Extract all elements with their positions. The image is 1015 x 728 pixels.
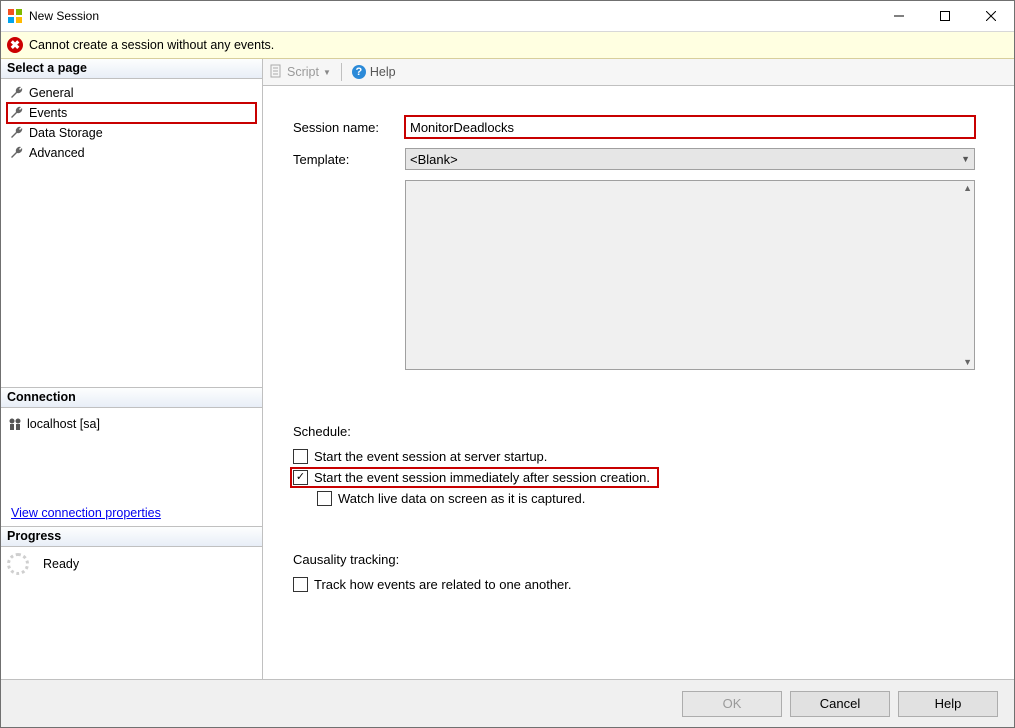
minimize-button[interactable] [876,1,922,31]
view-connection-properties-link[interactable]: View connection properties [11,506,161,520]
checkbox-start-at-startup[interactable]: Start the event session at server startu… [293,449,990,464]
sidebar-item-label: Events [29,106,67,120]
wrench-icon [9,125,25,141]
checkbox-icon [317,491,332,506]
template-description-box: ▲ ▼ [405,180,975,370]
session-name-input[interactable] [405,116,975,138]
template-value: <Blank> [410,152,458,167]
script-label: Script [287,65,319,79]
sidebar-item-label: Data Storage [29,126,103,140]
scroll-up-icon[interactable]: ▲ [963,183,972,193]
app-icon [7,8,23,24]
sidebar-item-general[interactable]: General [7,83,256,103]
checkbox-label: Start the event session immediately afte… [314,470,650,485]
connection-value-row: localhost [sa] [1,408,262,436]
help-button[interactable]: ? Help [352,65,396,79]
help-icon: ? [352,65,366,79]
help-label: Help [370,65,396,79]
sidebar-item-data-storage[interactable]: Data Storage [7,123,256,143]
checkbox-icon [293,577,308,592]
help-button[interactable]: Help [898,691,998,717]
server-icon [7,416,23,432]
progress-header: Progress [1,527,262,547]
connection-value: localhost [sa] [27,417,100,431]
wrench-icon [9,105,25,121]
cancel-button[interactable]: Cancel [790,691,890,717]
window-title: New Session [29,9,876,23]
wrench-icon [9,145,25,161]
checkbox-start-immediately[interactable]: ✓ Start the event session immediately af… [293,470,656,485]
script-icon [269,64,283,81]
template-select[interactable]: <Blank> ▼ [405,148,975,170]
causality-header: Causality tracking: [293,552,990,567]
checkbox-icon [293,449,308,464]
sidebar-header: Select a page [1,59,262,79]
error-icon: ✖ [7,37,23,53]
checkbox-label: Start the event session at server startu… [314,449,547,464]
warning-bar: ✖ Cannot create a session without any ev… [1,32,1014,59]
ok-button[interactable]: OK [682,691,782,717]
session-name-label: Session name: [293,120,405,135]
checkbox-icon: ✓ [293,470,308,485]
chevron-down-icon: ▼ [323,68,331,77]
scroll-down-icon[interactable]: ▼ [963,357,972,367]
sidebar-item-events[interactable]: Events [7,103,256,123]
toolbar-separator [341,63,342,81]
schedule-header: Schedule: [293,424,990,439]
sidebar: Select a page General Events Data Storag… [1,59,263,679]
connection-header: Connection [1,388,262,408]
checkbox-watch-live-data[interactable]: Watch live data on screen as it is captu… [317,491,990,506]
sidebar-item-label: General [29,86,73,100]
checkbox-label: Watch live data on screen as it is captu… [338,491,585,506]
script-button[interactable]: Script ▼ [269,64,331,81]
progress-spinner-icon [7,553,29,575]
toolbar: Script ▼ ? Help [263,59,1014,86]
template-label: Template: [293,152,405,167]
checkbox-label: Track how events are related to one anot… [314,577,572,592]
sidebar-page-list: General Events Data Storage Advanced [1,79,262,167]
close-button[interactable] [968,1,1014,31]
checkbox-track-causality[interactable]: Track how events are related to one anot… [293,577,990,592]
maximize-button[interactable] [922,1,968,31]
wrench-icon [9,85,25,101]
progress-value: Ready [43,557,79,571]
warning-text: Cannot create a session without any even… [29,38,274,52]
dialog-footer: OK Cancel Help [1,679,1014,727]
chevron-down-icon: ▼ [961,154,970,164]
title-bar: New Session [1,1,1014,32]
sidebar-item-label: Advanced [29,146,85,160]
sidebar-item-advanced[interactable]: Advanced [7,143,256,163]
